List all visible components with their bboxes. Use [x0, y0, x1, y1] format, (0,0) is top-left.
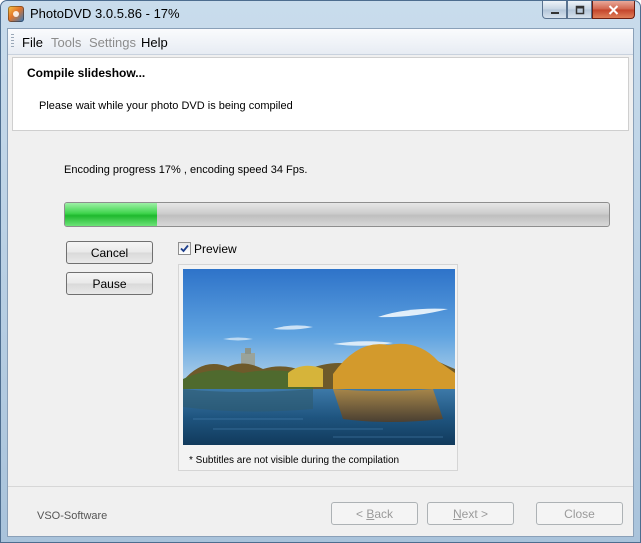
next-button-mnemonic: N	[452, 506, 462, 521]
window-title: PhotoDVD 3.0.5.86 - 17%	[30, 6, 180, 21]
wizard-header: Compile slideshow... Please wait while y…	[12, 57, 629, 131]
page-title: Compile slideshow...	[27, 66, 146, 80]
next-button-rest: ext >	[461, 506, 489, 521]
subtitles-note: * Subtitles are not visible during the c…	[189, 455, 400, 466]
back-button[interactable]: < Back	[331, 502, 418, 525]
menu-bar: File Tools Settings Help	[8, 29, 633, 55]
encoding-progress-text: Encoding progress 17% , encoding speed 3…	[64, 164, 308, 176]
title-bar[interactable]: PhotoDVD 3.0.5.86 - 17%	[1, 1, 640, 27]
back-button-mnemonic: B	[366, 506, 375, 521]
back-button-rest: ack	[374, 506, 394, 521]
preview-checkbox-label[interactable]: Preview	[194, 242, 237, 256]
maximize-button[interactable]	[567, 1, 592, 19]
close-button[interactable]: Close	[536, 502, 623, 525]
close-window-button[interactable]	[592, 1, 635, 19]
preview-panel: * Subtitles are not visible during the c…	[178, 264, 458, 471]
client-area: File Tools Settings Help Compile slidesh…	[7, 28, 634, 537]
minimize-icon	[550, 11, 559, 14]
cancel-button[interactable]: Cancel	[66, 241, 153, 264]
encoding-progress-bar	[64, 202, 610, 227]
photodvd-app-icon[interactable]	[8, 6, 24, 22]
footer-divider	[8, 486, 633, 487]
menu-help[interactable]: Help	[141, 35, 168, 50]
menu-file[interactable]: File	[22, 35, 43, 50]
back-button-prefix: <	[355, 506, 367, 521]
caption-buttons	[542, 1, 635, 20]
menu-settings[interactable]: Settings	[89, 35, 136, 50]
brand-label: VSO-Software	[37, 510, 108, 522]
next-button[interactable]: Next >	[427, 502, 514, 525]
menu-tools[interactable]: Tools	[51, 35, 81, 50]
minimize-button[interactable]	[542, 1, 567, 19]
checkmark-icon	[180, 244, 189, 253]
pause-button[interactable]: Pause	[66, 272, 153, 295]
maximize-icon	[575, 5, 584, 14]
preview-image	[183, 269, 455, 445]
page-subtitle: Please wait while your photo DVD is bein…	[39, 100, 293, 112]
progress-fill	[65, 203, 158, 226]
menu-grip-icon	[11, 34, 14, 49]
close-icon	[608, 4, 619, 15]
application-window: PhotoDVD 3.0.5.86 - 17% File Tools Setti…	[0, 0, 641, 543]
preview-checkbox[interactable]	[178, 242, 191, 255]
